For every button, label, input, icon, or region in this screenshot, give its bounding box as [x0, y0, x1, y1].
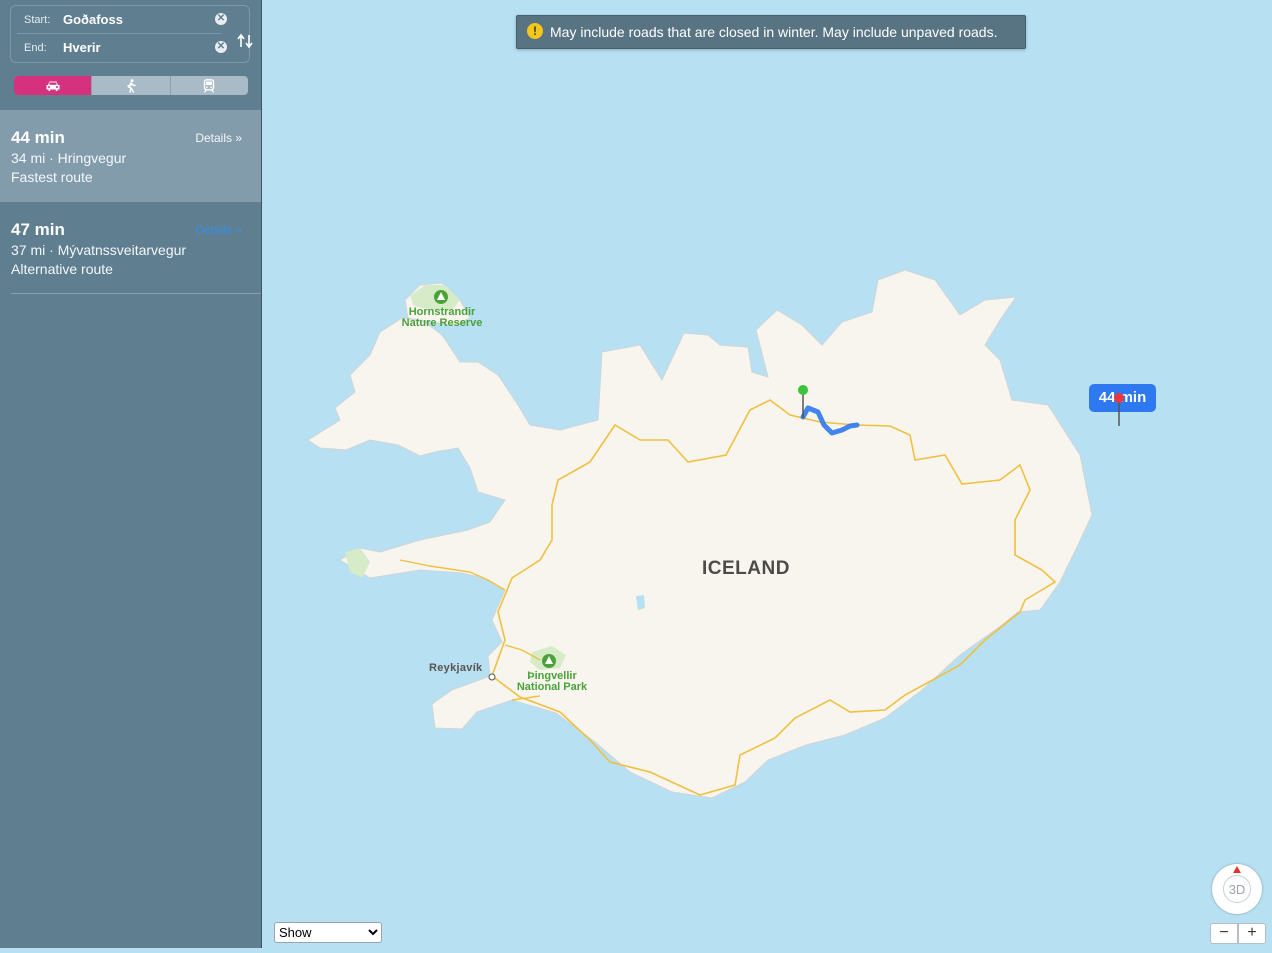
route-time: 47 min — [11, 220, 65, 239]
route-details-link[interactable]: Details » — [195, 223, 242, 237]
transport-mode-selector — [14, 76, 248, 95]
clear-start-icon[interactable]: ✕ — [215, 13, 227, 25]
swap-route-icon[interactable] — [237, 32, 253, 50]
road-warning-banner: ! May include roads that are closed in w… — [516, 15, 1026, 49]
compass-3d-button[interactable]: 3D — [1212, 864, 1262, 914]
route-note: Alternative route — [11, 261, 113, 277]
compass-3d-label: 3D — [1228, 882, 1246, 897]
iceland-map[interactable] — [262, 0, 1272, 948]
zoom-in-button[interactable]: + — [1238, 923, 1266, 944]
city-label[interactable]: Reykjavík — [429, 662, 482, 674]
route-list-divider — [11, 293, 261, 294]
zoom-out-button[interactable]: − — [1210, 923, 1238, 944]
map-view[interactable]: 44 min — [262, 0, 1272, 948]
start-value[interactable]: Goðafoss — [63, 12, 123, 27]
route-entry-box: Start: Goðafoss ✕ End: Hverir ✕ — [10, 5, 253, 63]
route-note: Fastest route — [11, 169, 93, 185]
north-indicator-icon — [1233, 866, 1241, 873]
park-label-hornstrandir[interactable]: Hornstrandir Nature Reserve — [396, 307, 488, 329]
park-label-thingvellir[interactable]: Þingvellir National Park — [510, 671, 594, 693]
warning-icon: ! — [527, 23, 543, 39]
clear-end-icon[interactable]: ✕ — [215, 41, 227, 53]
end-field[interactable]: End: Hverir ✕ — [17, 34, 227, 61]
iceland-landmass — [307, 269, 1093, 799]
walking-icon — [127, 78, 136, 93]
start-field[interactable]: Start: Goðafoss ✕ — [17, 6, 227, 34]
end-pin-icon[interactable] — [1112, 392, 1126, 428]
start-label: Start: — [24, 14, 51, 26]
end-label: End: — [24, 42, 47, 54]
route-distance: 37 mi · Mývatnssveitarvegur — [11, 242, 187, 258]
route-details-link[interactable]: Details » — [195, 131, 242, 145]
warning-text: May include roads that are closed in win… — [550, 24, 998, 40]
show-layers-select[interactable]: Show — [274, 922, 382, 943]
route-distance: 34 mi · Hringvegur — [11, 150, 127, 166]
end-value[interactable]: Hverir — [63, 40, 101, 55]
route-option-fastest[interactable]: 44 min Details » 34 mi · Hringvegur Fast… — [0, 110, 261, 202]
drive-mode-button[interactable] — [14, 76, 92, 95]
transit-mode-button[interactable] — [169, 76, 248, 95]
route-time: 44 min — [11, 128, 65, 147]
country-label: ICELAND — [702, 558, 790, 579]
walk-mode-button[interactable] — [91, 76, 169, 95]
car-icon — [46, 81, 60, 91]
train-icon — [204, 78, 215, 93]
directions-sidebar: Start: Goðafoss ✕ End: Hverir ✕ 44 min D… — [0, 0, 262, 948]
route-option-alternative[interactable]: 47 min Details » 37 mi · Mývatnssveitarv… — [0, 202, 261, 294]
